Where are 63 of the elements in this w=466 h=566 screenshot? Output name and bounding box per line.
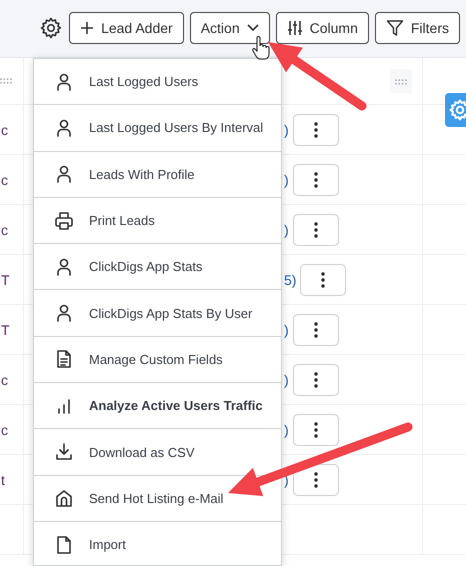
menu-item[interactable]: Import: [34, 522, 281, 565]
table-cell: T: [1, 322, 10, 338]
download-icon: [54, 442, 74, 462]
settings-icon: [39, 16, 64, 40]
more-icon: [314, 322, 318, 338]
menu-item[interactable]: ClickDigs App Stats By User: [34, 290, 281, 337]
drag-handle-icon[interactable]: [0, 78, 12, 84]
table-cell: c: [1, 372, 8, 388]
menu-item[interactable]: Send Hot Listing e-Mail: [34, 476, 281, 522]
table-cell: T: [1, 272, 10, 288]
more-button[interactable]: [292, 214, 339, 246]
filter-button[interactable]: Filters: [374, 12, 460, 44]
more-button[interactable]: [292, 114, 339, 146]
more-button[interactable]: [292, 414, 339, 446]
more-icon: [314, 222, 318, 238]
document-icon: [54, 349, 74, 370]
action-button[interactable]: Action: [190, 12, 270, 44]
filter-icon: [386, 18, 404, 36]
plus-icon: [80, 20, 94, 34]
more-icon: [321, 272, 326, 288]
house-icon: [54, 488, 74, 508]
menu-item[interactable]: Analyze Active Users Traffic: [34, 383, 281, 430]
table-cell: ): [284, 422, 289, 438]
table-cell: 5): [284, 272, 296, 288]
table-cell: ): [284, 322, 289, 338]
more-button[interactable]: [292, 364, 339, 396]
menu-item[interactable]: Print Leads: [34, 198, 281, 244]
menu-item[interactable]: Manage Custom Fields: [34, 336, 281, 384]
menu-item[interactable]: Download as CSV: [34, 429, 281, 476]
drag-handle-icon[interactable]: [395, 79, 407, 85]
user-icon: [54, 118, 74, 138]
settings-icon: [448, 98, 466, 122]
add-button[interactable]: Lead Adder: [69, 12, 184, 44]
table-cell: ): [284, 172, 289, 188]
more-button[interactable]: [300, 264, 346, 296]
table-cell: ): [284, 122, 289, 138]
table-cell: c: [1, 422, 8, 438]
column-button[interactable]: Column: [276, 12, 369, 44]
chevron-down-icon: [246, 24, 259, 32]
user-icon: [54, 72, 74, 92]
more-button[interactable]: [292, 164, 339, 196]
more-icon: [314, 172, 318, 188]
user-icon: [54, 303, 74, 324]
menu-item[interactable]: Leads With Profile: [34, 152, 281, 198]
more-icon: [314, 122, 318, 138]
user-icon: [54, 256, 74, 277]
menu-item[interactable]: Last Logged Users: [34, 59, 281, 106]
sliders-icon: [286, 20, 303, 36]
printer-icon: [54, 210, 74, 231]
table-cell: ): [284, 222, 289, 238]
table-cell: c: [1, 172, 8, 188]
more-icon: [314, 372, 318, 388]
menu-item[interactable]: Last Logged Users By Interval: [34, 105, 281, 152]
more-icon: [314, 472, 318, 488]
table-cell: ): [284, 372, 289, 388]
table-cell: t: [1, 472, 5, 488]
user-icon: [54, 164, 74, 184]
table-cell: c: [1, 222, 8, 238]
menu-item[interactable]: ClickDigs App Stats: [34, 244, 281, 290]
table-cell: c: [1, 122, 8, 138]
more-button[interactable]: [292, 314, 339, 346]
more-icon: [314, 422, 318, 438]
file-icon: [54, 534, 74, 555]
